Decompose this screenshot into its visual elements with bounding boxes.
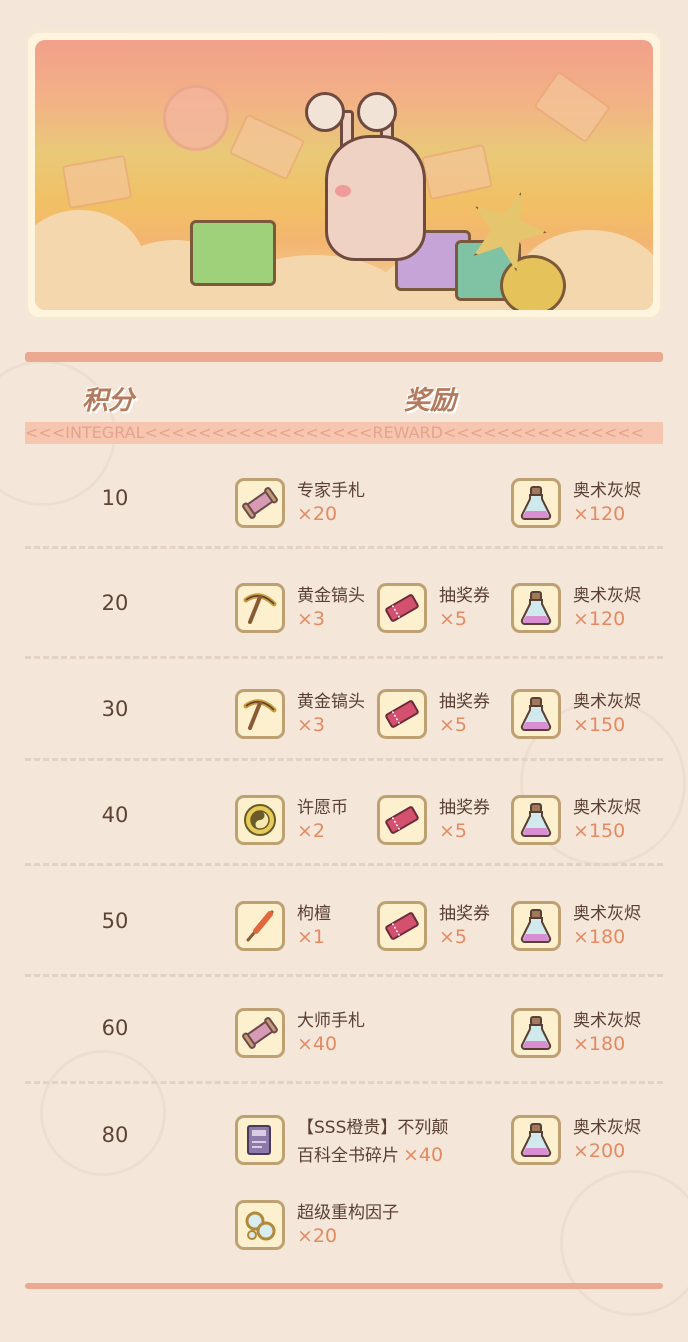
reward-quantity: ×20 <box>297 1225 338 1247</box>
score-value: 80 <box>101 1123 129 1147</box>
reward-quantity: ×2 <box>297 820 326 842</box>
score-value: 10 <box>101 486 129 510</box>
incense-icon <box>235 901 285 951</box>
reward-name: 大师手札 <box>297 1011 365 1031</box>
ticket-decoration <box>533 70 611 144</box>
reward-name: 抽奖券 <box>439 692 490 712</box>
row-divider <box>25 546 663 549</box>
potion-icon <box>511 1115 561 1165</box>
background-swirl <box>560 1170 688 1316</box>
reward-name: 奥术灰烬 <box>573 1011 641 1031</box>
coin-decoration <box>500 255 566 310</box>
reward-quantity: ×120 <box>573 608 626 630</box>
reward-name: 奥术灰烬 <box>573 1118 641 1138</box>
event-banner <box>25 30 663 320</box>
ticket-icon <box>377 795 427 845</box>
reward-name: 枸檀 <box>297 904 331 924</box>
reward-quantity: ×3 <box>297 608 326 630</box>
reward-quantity: ×1 <box>297 926 326 948</box>
book-fragment-icon <box>235 1115 285 1165</box>
reward-quantity: ×40 <box>297 1033 338 1055</box>
reward-name-line2: 百科全书碎片 ×40 <box>297 1141 443 1166</box>
reward-name: 专家手札 <box>297 481 365 501</box>
reward-quantity: ×120 <box>573 503 626 525</box>
ticket-decoration <box>228 113 306 181</box>
reward-quantity: ×5 <box>439 820 468 842</box>
potion-icon <box>511 1008 561 1058</box>
pickaxe-icon <box>235 689 285 739</box>
potion-icon <box>511 583 561 633</box>
reward-name-continued: 百科全书碎片 <box>297 1146 399 1166</box>
reward-quantity: ×180 <box>573 926 626 948</box>
score-value: 20 <box>101 591 129 615</box>
balloon-decoration <box>163 85 229 151</box>
potion-icon <box>511 689 561 739</box>
slug-cheek <box>335 185 351 197</box>
row-divider <box>25 656 663 659</box>
reward-name: 抽奖券 <box>439 586 490 606</box>
score-value: 30 <box>101 697 129 721</box>
reward-name: 奥术灰烬 <box>573 481 641 501</box>
reward-name: 抽奖券 <box>439 904 490 924</box>
score-value: 50 <box>101 909 129 933</box>
header-strip: <<<INTEGRAL<<<<<<<<<<<<<<<<<REWARD<<<<<<… <box>25 422 663 444</box>
row-divider <box>25 758 663 761</box>
reward-quantity: ×200 <box>573 1140 626 1162</box>
reward-quantity: ×5 <box>439 608 468 630</box>
snail-mascot <box>325 135 426 261</box>
potion-icon <box>511 478 561 528</box>
row-divider <box>25 863 663 866</box>
ticket-decoration <box>61 154 133 210</box>
scroll-icon <box>235 478 285 528</box>
scroll-icon <box>235 1008 285 1058</box>
score-column-header: 积分 <box>82 386 135 416</box>
background-swirl <box>40 1050 166 1176</box>
row-divider <box>25 974 663 977</box>
reward-name: 超级重构因子 <box>297 1203 399 1223</box>
reward-name: 黄金镐头 <box>297 692 365 712</box>
reward-name: 许愿币 <box>297 798 348 818</box>
coin-icon <box>235 795 285 845</box>
reward-name: 抽奖券 <box>439 798 490 818</box>
slug-eye <box>305 92 345 132</box>
reward-quantity: ×150 <box>573 820 626 842</box>
top-divider <box>25 352 663 362</box>
potion-icon <box>511 901 561 951</box>
factor-icon <box>235 1200 285 1250</box>
score-value: 40 <box>101 803 129 827</box>
gift-box <box>190 220 276 286</box>
reward-quantity: ×5 <box>439 926 468 948</box>
banner-illustration <box>35 40 653 310</box>
score-value: 60 <box>101 1016 129 1040</box>
reward-quantity: ×3 <box>297 714 326 736</box>
reward-quantity: ×150 <box>573 714 626 736</box>
reward-name: 黄金镐头 <box>297 586 365 606</box>
reward-column-header: 奖励 <box>404 386 457 416</box>
reward-name: 奥术灰烬 <box>573 904 641 924</box>
ticket-icon <box>377 901 427 951</box>
reward-quantity: ×180 <box>573 1033 626 1055</box>
reward-quantity: ×20 <box>297 503 338 525</box>
bottom-divider <box>25 1283 663 1289</box>
slug-eye <box>357 92 397 132</box>
row-divider <box>25 1081 663 1084</box>
ticket-icon <box>377 689 427 739</box>
potion-icon <box>511 795 561 845</box>
pickaxe-icon <box>235 583 285 633</box>
ticket-decoration <box>421 143 493 201</box>
reward-name: 奥术灰烬 <box>573 586 641 606</box>
reward-name: 奥术灰烬 <box>573 798 641 818</box>
reward-name: 【SSS橙贵】不列颠 <box>297 1118 449 1138</box>
reward-quantity: ×40 <box>403 1144 444 1166</box>
reward-quantity: ×5 <box>439 714 468 736</box>
ticket-icon <box>377 583 427 633</box>
reward-name: 奥术灰烬 <box>573 692 641 712</box>
